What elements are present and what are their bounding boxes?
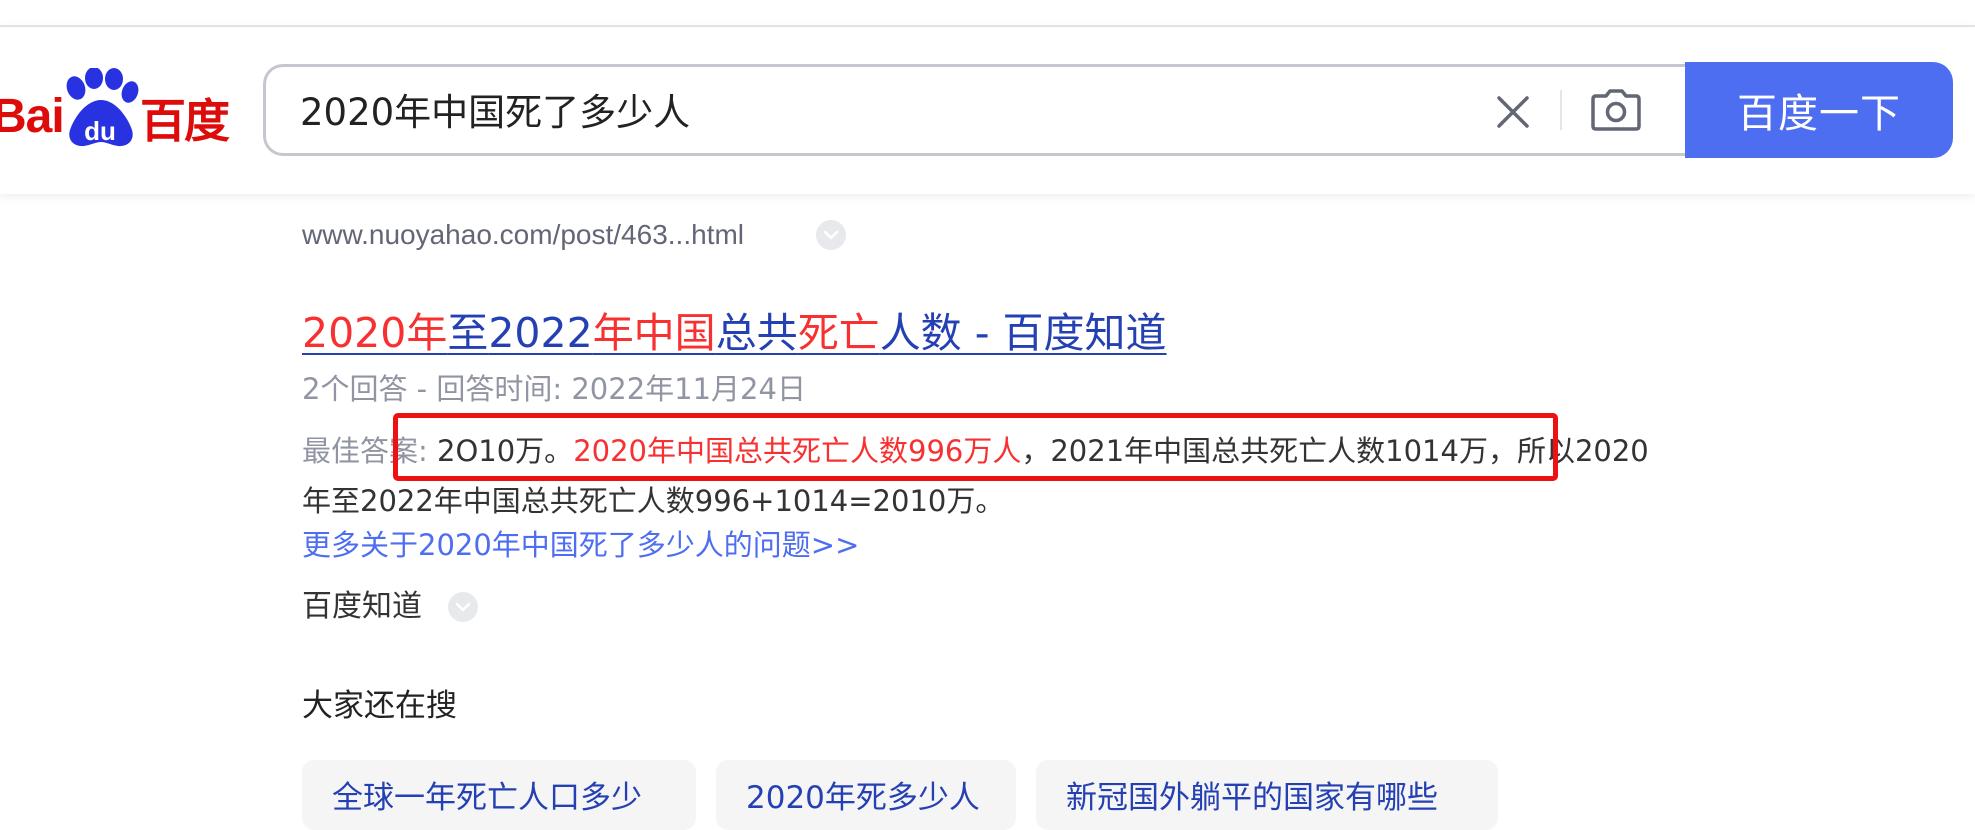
source-dropdown-button[interactable]: [448, 592, 478, 622]
search-button[interactable]: 百度一下: [1685, 62, 1953, 158]
result-meta: 2个回答 - 回答时间: 2022年11月24日: [302, 372, 806, 406]
title-segment: 2022: [488, 309, 593, 357]
title-segment: 人数 - 百度知道: [879, 309, 1167, 357]
annotation-highlight-box: [393, 413, 1558, 481]
title-segment: 总共: [715, 309, 798, 357]
related-search-chip[interactable]: 2020年死多少人: [716, 760, 1016, 830]
more-questions-link[interactable]: 更多关于2020年中国死了多少人的问题>>: [302, 526, 859, 564]
title-segment: 年中国: [592, 309, 716, 357]
result-source[interactable]: 百度知道: [302, 588, 422, 626]
search-divider: [1560, 90, 1562, 130]
title-segment: 死亡: [797, 309, 880, 357]
logo-chinese-text: 百度: [140, 94, 230, 148]
baidu-logo[interactable]: Bai du 百度: [0, 40, 230, 147]
related-search-chip[interactable]: 全球一年死亡人口多少: [302, 760, 696, 830]
chevron-down-icon: [456, 602, 470, 612]
camera-icon[interactable]: [1590, 88, 1642, 132]
related-search-chip[interactable]: 新冠国外躺平的国家有哪些: [1036, 760, 1498, 830]
search-input[interactable]: [300, 88, 1450, 138]
result-url[interactable]: www.nuoyahao.com/post/463...html: [302, 218, 744, 252]
logo-latin-text: Bai: [0, 90, 65, 143]
result-title-link[interactable]: 2020年至2022年中国总共死亡人数 - 百度知道: [302, 307, 1167, 359]
logo-paw-text: du: [84, 116, 116, 146]
title-segment: 至: [447, 309, 489, 357]
title-segment: 2020年: [302, 309, 448, 357]
related-searches-title: 大家还在搜: [302, 688, 457, 724]
close-icon[interactable]: [1493, 92, 1533, 132]
url-dropdown-button[interactable]: [816, 220, 846, 250]
chevron-down-icon: [824, 230, 838, 240]
